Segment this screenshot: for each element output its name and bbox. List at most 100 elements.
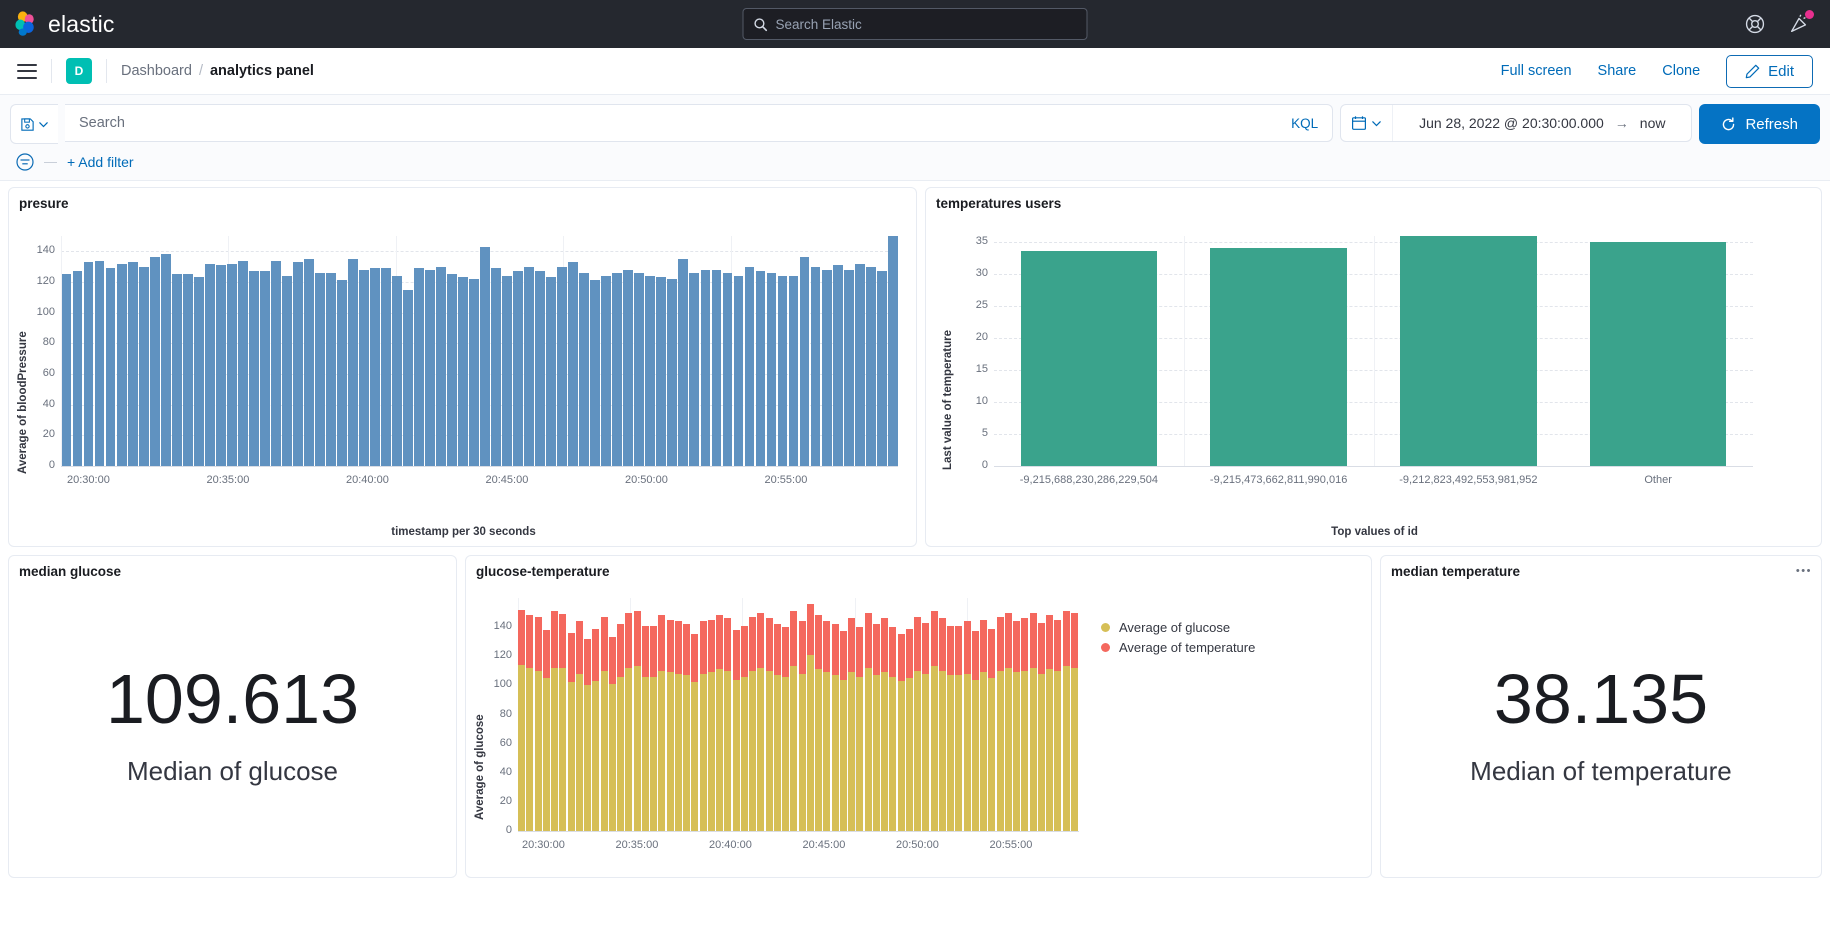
- bar-temperature[interactable]: [1037, 622, 1045, 674]
- bar[interactable]: [865, 266, 876, 466]
- bar-glucose[interactable]: [881, 672, 889, 831]
- bar-glucose[interactable]: [831, 675, 839, 831]
- bar-temperature[interactable]: [1004, 612, 1012, 668]
- bar-glucose[interactable]: [806, 654, 814, 831]
- bar-glucose[interactable]: [691, 682, 699, 831]
- bar-glucose[interactable]: [666, 672, 674, 831]
- bar[interactable]: [755, 271, 766, 466]
- query-input[interactable]: [79, 115, 1292, 131]
- bar-temperature[interactable]: [757, 612, 765, 668]
- bar-temperature[interactable]: [864, 612, 872, 668]
- bar-temperature[interactable]: [1062, 611, 1070, 667]
- bar[interactable]: [678, 259, 689, 466]
- bar-glucose[interactable]: [650, 676, 658, 831]
- bar-temperature[interactable]: [625, 612, 633, 668]
- bar-glucose[interactable]: [633, 666, 641, 831]
- panel-context-menu-button[interactable]: •••: [1796, 565, 1812, 577]
- bar[interactable]: [359, 269, 369, 466]
- bar-glucose[interactable]: [559, 667, 567, 831]
- bar[interactable]: [799, 257, 810, 466]
- bar-glucose[interactable]: [724, 670, 732, 831]
- bar[interactable]: [370, 268, 380, 466]
- bar[interactable]: [215, 265, 226, 466]
- bar[interactable]: [447, 274, 457, 466]
- bar[interactable]: [425, 269, 435, 466]
- bar[interactable]: [700, 269, 711, 466]
- bar[interactable]: [116, 263, 127, 466]
- bar-glucose[interactable]: [658, 670, 666, 831]
- bar-glucose[interactable]: [897, 681, 905, 831]
- bar-glucose[interactable]: [1046, 669, 1054, 831]
- bar-temperature[interactable]: [1070, 612, 1078, 668]
- bar[interactable]: [259, 271, 270, 466]
- bar-temperature[interactable]: [914, 616, 922, 671]
- bar[interactable]: [887, 236, 898, 466]
- bar[interactable]: [204, 263, 215, 466]
- bar[interactable]: [689, 272, 700, 466]
- bar[interactable]: [843, 269, 854, 466]
- bar[interactable]: [744, 266, 755, 466]
- chart-presure[interactable]: Average of bloodPressure 0 20 40 60 80 100 120 1…: [9, 214, 916, 514]
- bar-glucose[interactable]: [592, 681, 600, 831]
- bar-temperature[interactable]: [542, 630, 550, 679]
- bar-temperature[interactable]: [724, 618, 732, 671]
- bar[interactable]: [292, 262, 303, 466]
- bar-glucose[interactable]: [683, 675, 691, 831]
- bar[interactable]: [722, 272, 733, 466]
- saved-query-button[interactable]: [10, 104, 58, 144]
- bar-temperature[interactable]: [584, 638, 592, 686]
- bar-glucose[interactable]: [1029, 667, 1037, 831]
- share-button[interactable]: Share: [1598, 63, 1637, 79]
- bar[interactable]: [524, 266, 535, 466]
- bar-glucose[interactable]: [988, 678, 996, 831]
- bar[interactable]: [414, 268, 424, 466]
- bar[interactable]: [832, 265, 843, 466]
- bar-glucose[interactable]: [749, 670, 757, 831]
- bar-temperature[interactable]: [971, 631, 979, 680]
- bar-glucose[interactable]: [864, 667, 872, 831]
- bar[interactable]: [403, 289, 413, 466]
- bar-glucose[interactable]: [551, 667, 559, 831]
- bar-temperature[interactable]: [1054, 619, 1062, 671]
- bar-glucose[interactable]: [1062, 666, 1070, 831]
- bar[interactable]: [546, 277, 557, 466]
- bar-glucose[interactable]: [600, 670, 608, 831]
- bar-temperature[interactable]: [1013, 621, 1021, 673]
- legend-item[interactable]: Average of temperature: [1101, 640, 1255, 655]
- bar-temperature[interactable]: [534, 616, 542, 671]
- bar-glucose[interactable]: [889, 676, 897, 831]
- bar[interactable]: [336, 280, 347, 466]
- bar-glucose[interactable]: [782, 676, 790, 831]
- panel-presure[interactable]: presure Average of bloodPressure 0 20 40 60 8…: [8, 187, 917, 547]
- legend-item[interactable]: Average of glucose: [1101, 620, 1255, 635]
- bar-glucose[interactable]: [699, 673, 707, 831]
- bar[interactable]: [303, 259, 314, 466]
- bar[interactable]: [766, 272, 777, 466]
- bar-temperature[interactable]: [963, 621, 971, 674]
- bar-glucose[interactable]: [1013, 672, 1021, 831]
- bar-temperature[interactable]: [683, 624, 691, 676]
- date-range-display[interactable]: Jun 28, 2022 @ 20:30:00.000 → now: [1393, 115, 1691, 131]
- bar-glucose[interactable]: [707, 672, 715, 831]
- bar-glucose[interactable]: [575, 673, 583, 831]
- bar[interactable]: [248, 271, 259, 466]
- bar[interactable]: [83, 262, 94, 466]
- bar-temperature[interactable]: [823, 621, 831, 673]
- help-icon[interactable]: [1744, 13, 1766, 35]
- bar-glucose[interactable]: [534, 670, 542, 831]
- bar[interactable]: [138, 266, 149, 466]
- bar-temperature[interactable]: [633, 611, 641, 667]
- filter-icon[interactable]: [16, 153, 34, 171]
- date-start[interactable]: Jun 28, 2022 @ 20:30:00.000: [1419, 115, 1604, 131]
- bar[interactable]: [94, 260, 105, 466]
- bar-glucose[interactable]: [971, 679, 979, 831]
- bar-glucose[interactable]: [757, 667, 765, 831]
- bar-temperature[interactable]: [600, 616, 608, 671]
- bar-temperature[interactable]: [905, 628, 913, 679]
- bar[interactable]: [1400, 236, 1537, 466]
- bar[interactable]: [491, 268, 502, 466]
- bar-temperature[interactable]: [617, 624, 625, 677]
- bar[interactable]: [193, 277, 204, 466]
- bar[interactable]: [601, 275, 612, 466]
- refresh-button[interactable]: Refresh: [1699, 104, 1820, 144]
